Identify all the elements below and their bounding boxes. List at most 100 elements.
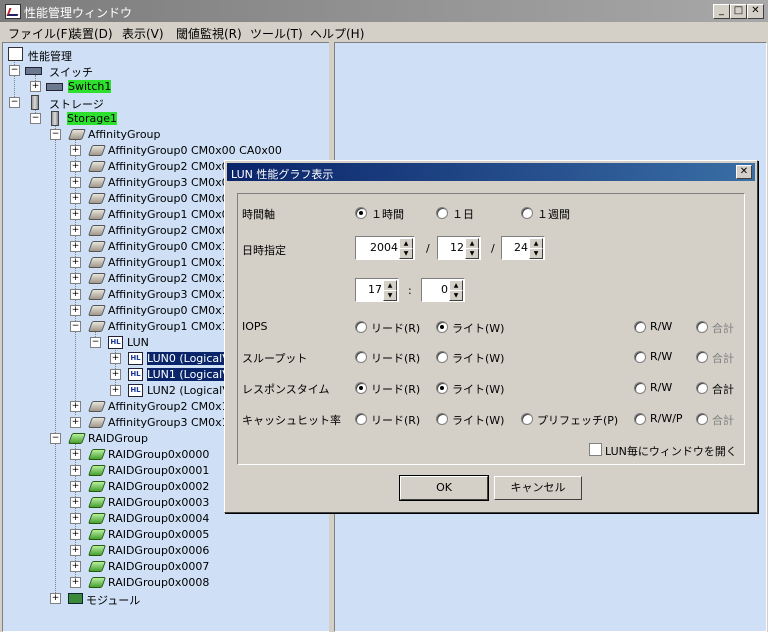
day-spinner[interactable]: 24 ▲ ▼ — [501, 236, 545, 260]
hour-spinner[interactable]: 17 ▲ ▼ — [355, 278, 399, 302]
tree-storage-group[interactable]: − ストレージ — [9, 94, 209, 111]
expand-icon[interactable]: + — [70, 465, 81, 476]
lun-graph-dialog: LUN 性能グラフ表示 ✕ 時間軸 １時間 １日 １週間 日時指定 2004 ▲ ▼… — [224, 160, 758, 513]
expand-icon[interactable]: + — [70, 289, 81, 300]
expand-icon[interactable]: + — [70, 273, 81, 284]
tree-storage1[interactable]: − Storage1 — [30, 110, 230, 126]
radio-indicator — [436, 321, 448, 333]
collapse-icon[interactable]: − — [50, 433, 61, 444]
storage-icon — [31, 95, 39, 110]
menu-bar: ファイル(F) 装置(D) 表示(V) 閾値監視(R) ツール(T) ヘルプ(H… — [0, 22, 768, 42]
tree-module[interactable]: + モジュール — [50, 590, 250, 607]
menu-file[interactable]: ファイル(F) — [8, 25, 72, 42]
expand-icon[interactable]: + — [70, 209, 81, 220]
expand-icon[interactable]: + — [70, 177, 81, 188]
tree-switch-group[interactable]: − スイッチ — [9, 62, 209, 79]
spin-down-icon[interactable]: ▼ — [383, 290, 397, 301]
lun-icon: HL — [108, 336, 123, 349]
menu-view[interactable]: 表示(V) — [122, 25, 164, 42]
expand-icon[interactable]: + — [110, 353, 121, 364]
radio-indicator — [355, 351, 367, 363]
expand-icon[interactable]: + — [70, 481, 81, 492]
year-spinner[interactable]: 2004 ▲ ▼ — [355, 236, 415, 260]
minute-spinner[interactable]: 0 ▲ ▼ — [421, 278, 465, 302]
expand-icon[interactable]: + — [70, 417, 81, 428]
tree-raid-item[interactable]: + RAIDGroup0x0005 — [70, 526, 270, 542]
cache-hit-label: キャッシュヒット率 — [242, 414, 341, 427]
expand-icon[interactable]: + — [70, 577, 81, 588]
expand-icon[interactable]: + — [50, 593, 61, 604]
collapse-icon[interactable]: − — [9, 97, 20, 108]
radio-label: ライト(W) — [452, 352, 505, 365]
expand-icon[interactable]: + — [70, 161, 81, 172]
menu-threshold[interactable]: 閾値監視(R) — [176, 25, 242, 42]
tree-raid-root[interactable]: − RAIDGroup — [50, 430, 250, 446]
spin-down-icon[interactable]: ▼ — [465, 248, 479, 259]
datetime-label: 日時指定 — [242, 244, 286, 257]
expand-icon[interactable]: + — [70, 513, 81, 524]
tree-raid-item[interactable]: + RAIDGroup0x0008 — [70, 574, 270, 590]
expand-icon[interactable]: + — [70, 529, 81, 540]
expand-icon[interactable]: + — [70, 401, 81, 412]
cancel-button[interactable]: キャンセル — [494, 476, 582, 500]
expand-icon[interactable]: + — [70, 449, 81, 460]
expand-icon[interactable]: + — [110, 385, 121, 396]
expand-icon[interactable]: + — [70, 225, 81, 236]
minute-value: 0 — [441, 283, 448, 296]
expand-icon[interactable]: + — [70, 193, 81, 204]
tree-storage1-label: Storage1 — [67, 112, 118, 125]
menu-device[interactable]: 装置(D) — [70, 25, 113, 42]
tree-root[interactable]: 性能管理 — [8, 46, 208, 63]
tree-affinity-item-label: AffinityGroup0 CM0x00 CA0x00 — [108, 144, 282, 157]
month-spinner[interactable]: 12 ▲ ▼ — [437, 236, 481, 260]
collapse-icon[interactable]: − — [9, 65, 20, 76]
collapse-icon[interactable]: − — [90, 337, 101, 348]
expand-icon[interactable]: + — [70, 561, 81, 572]
radio-label: プリフェッチ(P) — [537, 414, 619, 427]
tree-switch1-label: Switch1 — [68, 80, 112, 93]
window-title: 性能管理ウィンドウ — [24, 6, 133, 20]
spin-down-icon[interactable]: ▼ — [449, 290, 463, 301]
open-per-lun-checkbox[interactable] — [589, 443, 602, 456]
affinity-group-icon — [87, 273, 107, 284]
expand-icon[interactable]: + — [70, 305, 81, 316]
tree-affinity-item-label: AffinityGroup1 CM0x10 — [108, 256, 236, 269]
dialog-close-button[interactable]: ✕ — [736, 165, 752, 179]
ok-button[interactable]: OK — [399, 475, 489, 501]
tree-raid-item-label: RAIDGroup0x0007 — [108, 560, 210, 573]
spin-down-icon[interactable]: ▼ — [529, 248, 543, 259]
raid-group-icon — [87, 545, 107, 556]
tree-lun-item-label: LUN0 (LogicalV — [147, 352, 230, 365]
maximize-button[interactable]: □ — [730, 4, 747, 19]
collapse-icon[interactable]: − — [50, 129, 61, 140]
lun-icon: HL — [128, 368, 143, 381]
switch-icon — [25, 67, 42, 75]
expand-icon[interactable]: + — [70, 497, 81, 508]
tree-raid-item[interactable]: + RAIDGroup0x0006 — [70, 542, 270, 558]
open-per-lun-label: LUN毎にウィンドウを開く — [605, 445, 737, 458]
tree-affinity-item[interactable]: + AffinityGroup0 CM0x00 CA0x00 — [70, 142, 330, 158]
menu-help[interactable]: ヘルプ(H) — [310, 25, 364, 42]
menu-tools[interactable]: ツール(T) — [250, 25, 303, 42]
tree-affinity-root[interactable]: − AffinityGroup — [50, 126, 250, 142]
tree-raid-item[interactable]: + RAIDGroup0x0007 — [70, 558, 270, 574]
close-button[interactable]: ✕ — [747, 4, 764, 19]
spin-down-icon[interactable]: ▼ — [399, 248, 413, 259]
radio-indicator — [436, 207, 448, 219]
collapse-icon[interactable]: − — [30, 113, 41, 124]
expand-icon[interactable]: + — [30, 81, 41, 92]
expand-icon[interactable]: + — [70, 241, 81, 252]
app-icon — [5, 4, 21, 19]
raid-group-icon — [67, 433, 87, 444]
expand-icon[interactable]: + — [70, 145, 81, 156]
tree-affinity-item-label: AffinityGroup3 CM0x10 — [108, 288, 236, 301]
expand-icon[interactable]: + — [110, 369, 121, 380]
month-value: 12 — [450, 241, 464, 254]
tree-switch1[interactable]: + Switch1 — [30, 78, 230, 94]
minimize-button[interactable]: _ — [713, 4, 730, 19]
radio-label: 合計 — [712, 414, 734, 427]
collapse-icon[interactable]: − — [70, 321, 81, 332]
expand-icon[interactable]: + — [70, 257, 81, 268]
response-time-label: レスポンスタイム — [242, 383, 330, 396]
expand-icon[interactable]: + — [70, 545, 81, 556]
